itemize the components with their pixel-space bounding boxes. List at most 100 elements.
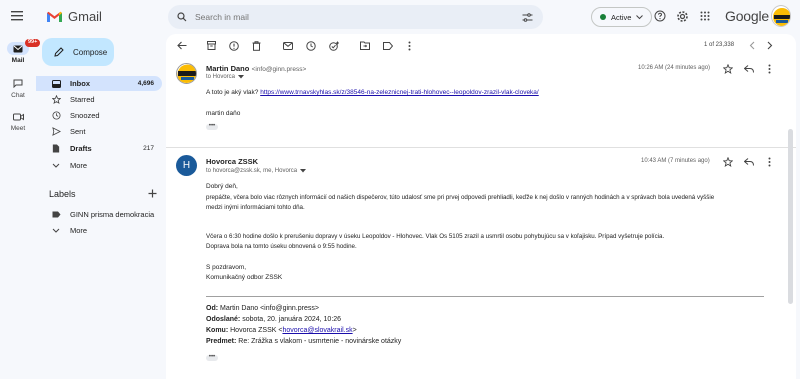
inbox-count: 4,696 [137, 80, 154, 87]
rail-meet[interactable]: Meet [0, 110, 36, 132]
send-icon [51, 127, 61, 137]
rail-mail-label: Mail [11, 57, 25, 64]
department: Komunikačný odbor ZSSK [206, 274, 283, 281]
article-link[interactable]: https://www.trnavskyhlas.sk/z/38546-na-z… [260, 89, 539, 96]
scrollbar[interactable] [786, 34, 796, 379]
sidebar-item-drafts[interactable]: Drafts 217 [36, 141, 162, 156]
apps-grid-icon[interactable] [698, 9, 712, 23]
message-view: 1 of 23,338 Martin Dano <info@ginn.press… [166, 34, 796, 379]
sidebar-labels-more[interactable]: More [36, 223, 162, 238]
gmail-logo[interactable]: Gmail [46, 9, 102, 24]
report-spam-icon[interactable] [228, 40, 239, 51]
chevron-down-icon [51, 161, 61, 171]
account-avatar[interactable] [771, 5, 791, 27]
pencil-icon [54, 47, 64, 57]
sidebar-item-more[interactable]: More [36, 158, 162, 173]
sidebar-item-inbox[interactable]: Inbox 4,696 [36, 76, 162, 91]
more-vert-icon[interactable] [768, 64, 771, 76]
search-icon[interactable] [177, 12, 187, 22]
label-icon[interactable] [382, 40, 393, 51]
sidebar-item-starred[interactable]: Starred [36, 92, 162, 107]
show-trimmed-content-button[interactable]: ••• [206, 354, 218, 361]
settings-gear-icon[interactable] [675, 9, 689, 23]
newer-chevron-icon[interactable] [746, 40, 757, 51]
sidebar-item-sent[interactable]: Sent [36, 124, 162, 139]
help-icon[interactable] [653, 9, 667, 23]
chevron-down-icon [636, 14, 644, 19]
message-item: Martin Dano <info@ginn.press> to Hovorca… [166, 58, 796, 158]
star-icon [51, 95, 61, 105]
caret-down-icon [238, 75, 245, 79]
sidebar-item-label: GINN prisma demokracia [70, 210, 155, 219]
recipient-line[interactable]: to hovorca@zssk.sk, me, Hovorca [206, 168, 307, 174]
show-trimmed-content-button[interactable]: ••• [206, 123, 218, 130]
message-item: H Hovorca ZSSK to hovorca@zssk.sk, me, H… [166, 148, 796, 379]
avatar-letter: H [182, 160, 191, 171]
gmail-logo-icon [47, 11, 62, 22]
archive-icon[interactable] [206, 40, 217, 51]
recipient-line[interactable]: to Hovorca [206, 74, 245, 80]
sidebar-item-label: More [70, 161, 88, 170]
sender-avatar[interactable] [176, 63, 197, 84]
draft-icon [51, 144, 61, 154]
quote-value: Re: Zrážka s vlakom - usmrtenie - noviná… [238, 338, 402, 345]
mail-icon [13, 45, 23, 52]
quote-value: sobota, 20. januára 2024, 10:26 [242, 316, 342, 323]
star-icon[interactable] [722, 156, 734, 169]
sidebar-item-snoozed[interactable]: Snoozed [36, 108, 162, 123]
top-bar: Active Google [166, 0, 800, 34]
sender-name[interactable]: Hovorca ZSSK [206, 157, 258, 166]
signature: martin daňo [206, 110, 241, 117]
more-vert-icon[interactable] [404, 40, 415, 51]
main-menu-icon[interactable] [11, 10, 25, 22]
mark-unread-icon[interactable] [282, 40, 293, 51]
sender-avatar[interactable]: H [176, 155, 197, 176]
quote-label: Od: [206, 305, 219, 312]
search-bar[interactable] [168, 5, 543, 29]
sender-name[interactable]: Martin Dano [206, 64, 249, 73]
back-arrow-icon[interactable] [176, 40, 187, 51]
reply-icon[interactable] [743, 65, 754, 75]
add-label-icon[interactable] [148, 189, 158, 199]
delete-icon[interactable] [251, 40, 262, 51]
move-to-icon[interactable] [359, 40, 370, 51]
recipients: to hovorca@zssk.sk, me, Hovorca [206, 168, 298, 174]
message-toolbar: 1 of 23,338 [166, 34, 796, 58]
gmail-wordmark: Gmail [68, 9, 102, 24]
more-vert-icon[interactable] [768, 157, 771, 169]
compose-label: Compose [73, 47, 108, 57]
sidebar-item-label: More [70, 226, 88, 235]
quote-email-link[interactable]: hovorca@slovakrail.sk [282, 327, 352, 334]
paragraph-line: medzi inými informáciami tohto dňa. [206, 204, 305, 211]
rail-mail[interactable]: 99+ Mail [0, 39, 41, 64]
chat-icon [13, 79, 23, 88]
rail-chat[interactable]: Chat [0, 77, 36, 99]
quote-subject: Predmet: Re: Zrážka s vlakom - usmrtenie… [206, 336, 401, 347]
greeting: Dobrý deň, [206, 183, 238, 190]
label-tag-icon [51, 210, 61, 220]
rail-meet-label: Meet [10, 125, 26, 132]
quote-value: > [352, 327, 357, 334]
scrollbar-thumb[interactable] [788, 129, 793, 304]
compose-button[interactable]: Compose [42, 38, 114, 66]
status-chip[interactable]: Active [591, 7, 653, 27]
inbox-icon [51, 79, 61, 89]
sidebar-item-label: Inbox [70, 79, 90, 88]
google-logo[interactable]: Google [725, 8, 769, 24]
pagination-count: 1 of 23,338 [704, 42, 735, 48]
quote-to: Komu: Hovorca ZSSK <hovorca@slovakrail.s… [206, 325, 401, 336]
recipients: to Hovorca [206, 74, 236, 80]
clock-icon [51, 111, 61, 121]
reply-icon[interactable] [743, 158, 754, 168]
snooze-icon[interactable] [305, 40, 316, 51]
star-icon[interactable] [722, 63, 734, 76]
older-chevron-icon[interactable] [764, 40, 775, 51]
sender-line: Martin Dano <info@ginn.press> [206, 64, 306, 73]
search-input[interactable] [195, 12, 495, 22]
add-to-tasks-icon[interactable] [328, 40, 339, 51]
search-options-icon[interactable] [522, 12, 533, 22]
sidebar-label-ginn[interactable]: GINN prisma demokracia [36, 207, 162, 222]
quote-value: Martin Dano <info@ginn.press> [220, 305, 319, 312]
sidebar-item-label: Starred [70, 95, 95, 104]
chevron-down-icon [51, 226, 61, 236]
